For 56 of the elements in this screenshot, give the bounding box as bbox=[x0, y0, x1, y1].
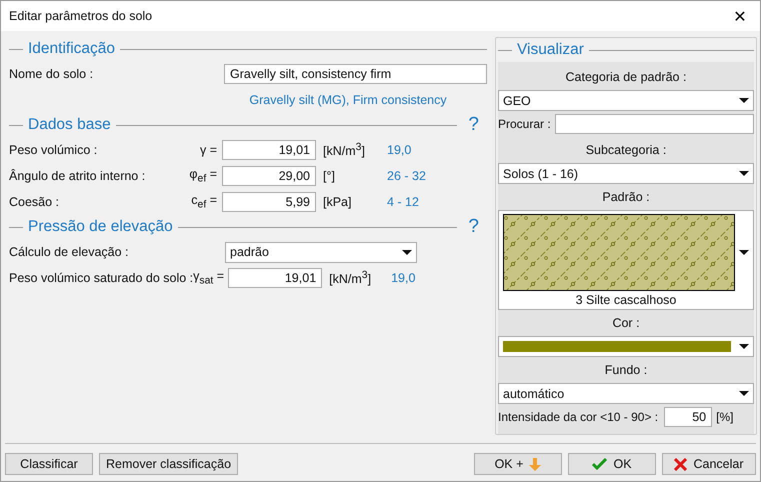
recommended-value: 4 - 12 bbox=[386, 195, 420, 209]
unit-label: [%] bbox=[716, 410, 734, 424]
background-dropdown[interactable]: automático bbox=[498, 383, 754, 404]
pattern-dropdown[interactable]: 3 Silte cascalhoso bbox=[498, 210, 754, 310]
color-dropdown[interactable] bbox=[498, 336, 754, 357]
close-button[interactable]: ✕ bbox=[720, 1, 760, 31]
field-label: Ângulo de atrito interno : bbox=[9, 169, 146, 183]
section-heading: Visualizar bbox=[517, 41, 584, 59]
symbol-label: φ$_{ef}$ = bbox=[188, 167, 218, 185]
symbol-label: γ$_{sat}$ = bbox=[193, 269, 226, 287]
field-label: Cor : bbox=[612, 316, 640, 330]
symbol-label: c$_{ef}$ = bbox=[190, 193, 218, 211]
value-field[interactable]: 19,01 bbox=[222, 140, 316, 160]
field-label: Subcategoria : bbox=[586, 143, 666, 157]
unit-label: [kN/m$^{3}$] bbox=[322, 142, 366, 158]
soil-name-field[interactable]: Gravelly silt, consistency firm bbox=[224, 64, 487, 84]
help-icon[interactable]: ? bbox=[462, 216, 487, 238]
field-label: Peso volúmico saturado do solo : bbox=[9, 271, 194, 285]
intensity-field[interactable]: 50 bbox=[664, 407, 712, 427]
help-icon[interactable]: ? bbox=[462, 114, 487, 136]
category-dropdown[interactable]: GEO bbox=[498, 90, 754, 111]
ok-button[interactable]: OK bbox=[568, 453, 656, 475]
footer-button[interactable]: Classificar bbox=[5, 453, 93, 475]
field-label: Categoria de padrão : bbox=[566, 70, 686, 84]
field-label: Coesão : bbox=[9, 195, 60, 209]
uplift-dropdown[interactable]: padrão bbox=[225, 242, 417, 262]
ok-plus-button[interactable]: OK + bbox=[474, 453, 562, 475]
field-label: Procurar : bbox=[498, 117, 551, 131]
unit-label: [kPa] bbox=[322, 195, 352, 209]
unit-label: [°] bbox=[322, 169, 336, 183]
cancel-button[interactable]: Cancelar bbox=[662, 453, 756, 475]
field-label: Intensidade da cor <10 - 90> : bbox=[498, 410, 658, 424]
symbol-label: γ = bbox=[198, 143, 218, 157]
section-heading: Pressão de elevação bbox=[28, 218, 173, 236]
recommended-value: 19,0 bbox=[386, 143, 412, 157]
value-field[interactable]: 5,99 bbox=[222, 192, 316, 212]
field-label: Padrão : bbox=[602, 190, 650, 204]
window-title: Editar parâmetros do solo bbox=[9, 9, 152, 23]
recommended-value: 19,0 bbox=[390, 271, 416, 285]
recommended-value: 26 - 32 bbox=[386, 169, 427, 183]
cross-icon bbox=[674, 458, 688, 470]
unit-label: [kN/m$^{3}$] bbox=[328, 270, 372, 286]
value-field[interactable]: 29,00 bbox=[222, 166, 316, 186]
field-label: Fundo : bbox=[604, 363, 648, 377]
footer-button[interactable]: Remover classificação bbox=[99, 453, 238, 475]
section-heading: Dados base bbox=[28, 116, 111, 134]
field-label: Peso volúmico : bbox=[9, 143, 98, 157]
field-label: Nome do solo : bbox=[9, 67, 94, 81]
section-heading: Identificação bbox=[28, 40, 116, 58]
field-label: Cálculo de elevação : bbox=[9, 245, 130, 259]
arrow-down-icon bbox=[529, 458, 542, 470]
checkmark-icon bbox=[592, 458, 608, 470]
subcategory-dropdown[interactable]: Solos (1 - 16) bbox=[498, 163, 754, 184]
classification-note: Gravelly silt (MG), Firm consistency bbox=[249, 93, 447, 107]
search-field[interactable] bbox=[554, 114, 754, 134]
value-field[interactable]: 19,01 bbox=[228, 268, 322, 288]
